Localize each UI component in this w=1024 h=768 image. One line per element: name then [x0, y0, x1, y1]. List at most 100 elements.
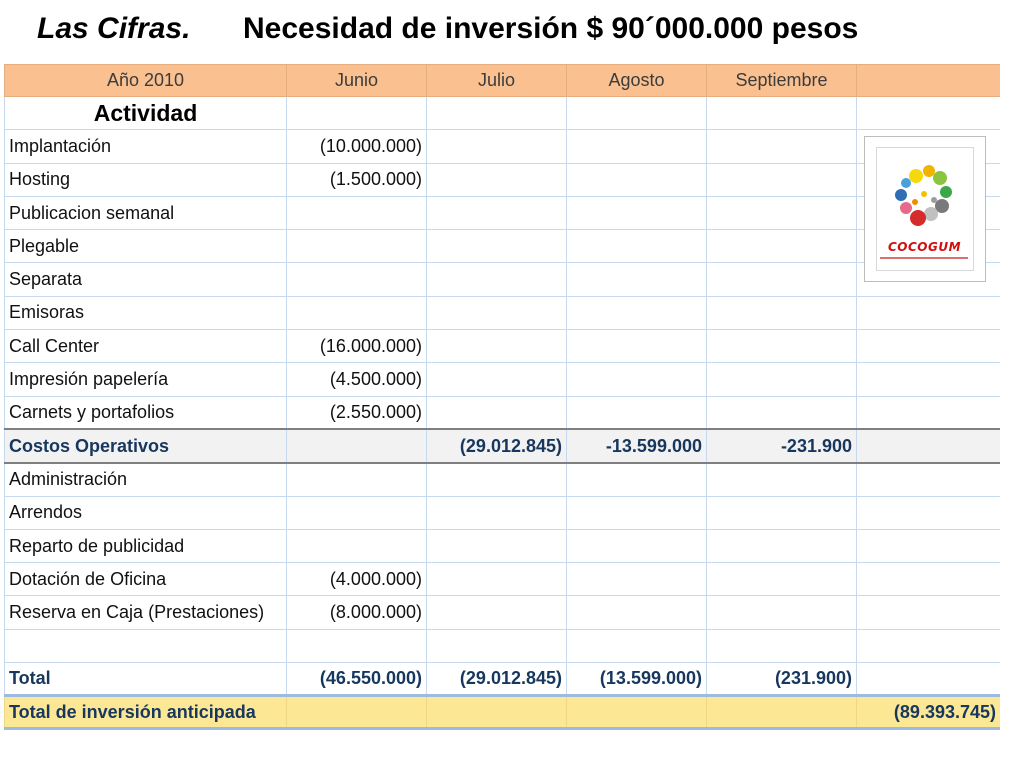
cell[interactable] — [706, 562, 857, 597]
cell[interactable] — [286, 295, 427, 331]
cell[interactable] — [566, 495, 707, 530]
cell[interactable] — [566, 329, 707, 364]
cell[interactable] — [426, 262, 567, 297]
cell[interactable]: (1.500.000) — [286, 162, 427, 197]
cell[interactable] — [426, 129, 567, 164]
cell[interactable] — [706, 162, 857, 197]
cell[interactable] — [856, 295, 1000, 331]
row-label[interactable]: Reserva en Caja (Prestaciones) — [4, 595, 287, 630]
cell[interactable]: (13.599.000) — [566, 661, 707, 697]
cell[interactable] — [426, 628, 567, 663]
row-label[interactable]: Dotación de Oficina — [4, 562, 287, 597]
row-label[interactable]: Separata — [4, 262, 287, 297]
cell[interactable] — [856, 428, 1000, 464]
column-header[interactable]: Septiembre — [706, 64, 857, 97]
cell[interactable]: (8.000.000) — [286, 595, 427, 630]
cell[interactable] — [706, 329, 857, 364]
cell[interactable] — [286, 528, 427, 564]
row-label[interactable] — [4, 628, 287, 663]
cell[interactable] — [706, 528, 857, 564]
cell[interactable]: -231.900 — [706, 428, 857, 464]
row-label[interactable]: Total — [4, 661, 287, 697]
cell[interactable]: (16.000.000) — [286, 329, 427, 364]
cell[interactable] — [566, 694, 707, 731]
cell[interactable] — [706, 628, 857, 663]
cell[interactable] — [566, 295, 707, 331]
row-label[interactable]: Emisoras — [4, 295, 287, 331]
cell[interactable] — [286, 428, 427, 464]
cell[interactable] — [706, 129, 857, 164]
cell[interactable] — [286, 694, 427, 731]
cell[interactable] — [426, 562, 567, 597]
cell[interactable] — [706, 694, 857, 731]
column-header[interactable]: Año 2010 — [4, 64, 287, 97]
cell[interactable]: (231.900) — [706, 661, 857, 697]
cell[interactable] — [426, 229, 567, 264]
row-label[interactable]: Reparto de publicidad — [4, 528, 287, 564]
cell[interactable] — [426, 195, 567, 231]
cell[interactable] — [286, 95, 427, 131]
cell[interactable] — [566, 362, 707, 397]
cell[interactable] — [426, 694, 567, 731]
cell[interactable] — [286, 195, 427, 231]
cell[interactable] — [856, 628, 1000, 663]
row-label[interactable]: Total de inversión anticipada — [4, 694, 287, 731]
cell[interactable] — [856, 528, 1000, 564]
cell[interactable] — [566, 562, 707, 597]
cell[interactable] — [426, 395, 567, 430]
cell[interactable] — [856, 661, 1000, 697]
cell[interactable] — [566, 628, 707, 663]
cell[interactable] — [856, 462, 1000, 497]
cell[interactable]: (4.500.000) — [286, 362, 427, 397]
row-label[interactable]: Publicacion semanal — [4, 195, 287, 231]
cell[interactable]: (29.012.845) — [426, 661, 567, 697]
cell[interactable]: (10.000.000) — [286, 129, 427, 164]
row-label[interactable]: Call Center — [4, 329, 287, 364]
cell[interactable] — [286, 628, 427, 663]
cell[interactable]: (29.012.845) — [426, 428, 567, 464]
cell[interactable] — [426, 462, 567, 497]
cell[interactable] — [286, 462, 427, 497]
cell[interactable] — [706, 595, 857, 630]
cell[interactable] — [566, 528, 707, 564]
cell[interactable] — [566, 95, 707, 131]
cell[interactable]: (89.393.745) — [856, 694, 1000, 731]
cell[interactable] — [706, 195, 857, 231]
cell[interactable]: (46.550.000) — [286, 661, 427, 697]
cell[interactable]: (4.000.000) — [286, 562, 427, 597]
column-header[interactable]: Agosto — [566, 64, 707, 97]
cell[interactable] — [566, 129, 707, 164]
cell[interactable] — [426, 329, 567, 364]
row-label[interactable]: Actividad — [4, 95, 287, 131]
cell[interactable] — [706, 495, 857, 530]
row-label[interactable]: Carnets y portafolios — [4, 395, 287, 430]
cell[interactable] — [566, 162, 707, 197]
cell[interactable] — [856, 595, 1000, 630]
cell[interactable] — [566, 262, 707, 297]
row-label[interactable]: Costos Operativos — [4, 428, 287, 464]
column-header[interactable]: Junio — [286, 64, 427, 97]
cell[interactable] — [706, 262, 857, 297]
cell[interactable] — [706, 229, 857, 264]
cell[interactable] — [706, 95, 857, 131]
cell[interactable] — [426, 162, 567, 197]
cell[interactable] — [566, 395, 707, 430]
cell[interactable] — [856, 562, 1000, 597]
cell[interactable] — [426, 95, 567, 131]
cell[interactable] — [286, 495, 427, 530]
cell[interactable] — [856, 95, 1000, 131]
cell[interactable] — [706, 362, 857, 397]
cell[interactable] — [566, 229, 707, 264]
column-header[interactable]: Julio — [426, 64, 567, 97]
cell[interactable] — [286, 229, 427, 264]
cell[interactable] — [856, 395, 1000, 430]
cell[interactable] — [856, 495, 1000, 530]
cell[interactable] — [706, 295, 857, 331]
cell[interactable] — [426, 295, 567, 331]
cell[interactable] — [426, 595, 567, 630]
row-label[interactable]: Hosting — [4, 162, 287, 197]
cell[interactable] — [706, 395, 857, 430]
cell[interactable] — [566, 462, 707, 497]
cell[interactable] — [706, 462, 857, 497]
cell[interactable] — [566, 595, 707, 630]
